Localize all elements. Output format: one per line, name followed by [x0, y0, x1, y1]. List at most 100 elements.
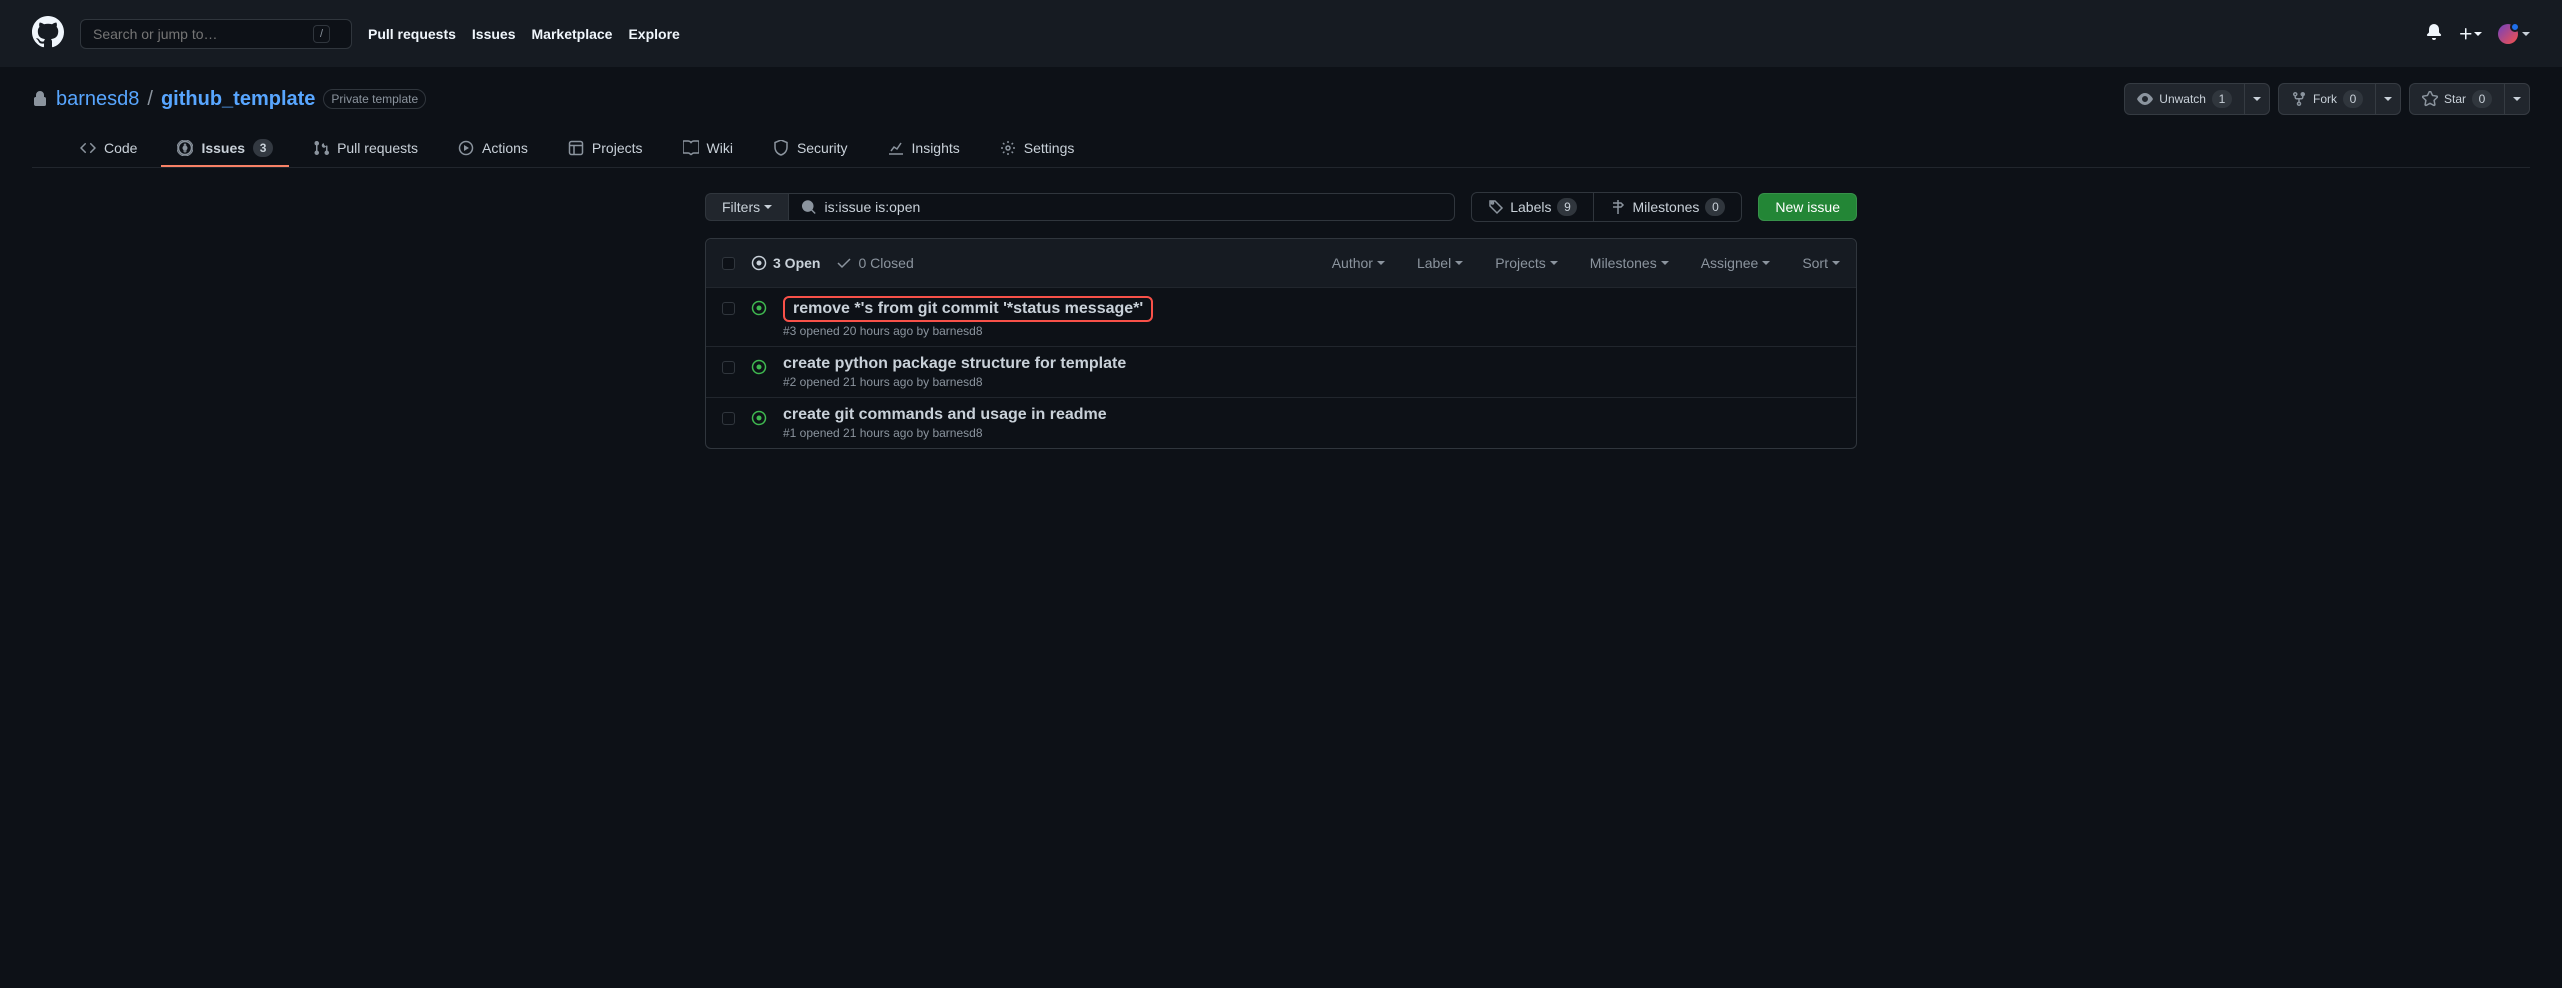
- issue-open-icon: [751, 355, 767, 378]
- lock-icon: [32, 91, 48, 107]
- caret-down-icon: [2513, 97, 2521, 101]
- visibility-badge: Private template: [323, 89, 426, 109]
- labels-button[interactable]: Labels 9: [1472, 193, 1594, 221]
- nav-explore[interactable]: Explore: [628, 26, 679, 42]
- filter-author-label: Author: [1332, 255, 1373, 271]
- caret-down-icon: [1661, 261, 1669, 265]
- caret-down-icon: [764, 205, 772, 209]
- nav-pull-requests[interactable]: Pull requests: [368, 26, 456, 42]
- filter-author[interactable]: Author: [1332, 255, 1385, 271]
- star-group: Star 0: [2409, 83, 2530, 115]
- labels-label: Labels: [1510, 199, 1551, 215]
- repo-owner-link[interactable]: barnesd8: [56, 88, 139, 111]
- notifications-icon[interactable]: [2426, 24, 2442, 43]
- filter-label-label: Label: [1417, 255, 1451, 271]
- caret-down-icon: [1762, 261, 1770, 265]
- fork-button[interactable]: Fork 0: [2278, 83, 2376, 115]
- open-issues-tab[interactable]: 3 Open: [751, 255, 820, 271]
- issue-checkbox[interactable]: [722, 302, 735, 315]
- user-menu[interactable]: [2498, 24, 2530, 44]
- labels-count: 9: [1557, 198, 1577, 216]
- create-new-dropdown[interactable]: [2458, 26, 2482, 42]
- milestones-button[interactable]: Milestones 0: [1594, 193, 1741, 221]
- tab-pr-label: Pull requests: [337, 140, 418, 156]
- unwatch-label: Unwatch: [2159, 89, 2206, 109]
- global-header: / Pull requests Issues Marketplace Explo…: [0, 0, 2562, 67]
- repo-nav: Code Issues 3 Pull requests Actions Proj…: [32, 131, 2530, 168]
- global-search[interactable]: /: [80, 19, 352, 49]
- tab-wiki[interactable]: Wiki: [667, 131, 749, 167]
- issues-count-badge: 3: [253, 139, 273, 157]
- tab-actions[interactable]: Actions: [442, 131, 544, 167]
- caret-down-icon: [1550, 261, 1558, 265]
- closed-issues-tab[interactable]: 0 Closed: [836, 255, 913, 271]
- avatar: [2498, 24, 2518, 44]
- issue-open-icon: [751, 296, 767, 319]
- unwatch-button[interactable]: Unwatch 1: [2124, 83, 2245, 115]
- issue-row: create git commands and usage in readme …: [706, 397, 1856, 448]
- label-milestone-group: Labels 9 Milestones 0: [1471, 192, 1742, 222]
- caret-down-icon: [2384, 97, 2392, 101]
- fork-group: Fork 0: [2278, 83, 2401, 115]
- caret-down-icon: [2474, 32, 2482, 36]
- tab-pull-requests[interactable]: Pull requests: [297, 131, 434, 167]
- filters-dropdown[interactable]: Filters: [705, 193, 788, 221]
- issue-checkbox[interactable]: [722, 412, 735, 425]
- issue-title-link[interactable]: create git commands and usage in readme: [783, 406, 1107, 423]
- filter-input-wrap[interactable]: [788, 193, 1455, 221]
- tab-projects[interactable]: Projects: [552, 131, 659, 167]
- issue-row: remove *'s from git commit '*status mess…: [706, 288, 1856, 346]
- nav-issues[interactable]: Issues: [472, 26, 516, 42]
- tab-code[interactable]: Code: [64, 131, 153, 167]
- star-button[interactable]: Star 0: [2409, 83, 2505, 115]
- caret-down-icon: [2522, 32, 2530, 36]
- header-right: [2426, 24, 2530, 44]
- issue-title-link[interactable]: remove *'s from git commit '*status mess…: [793, 300, 1143, 317]
- star-label: Star: [2444, 89, 2466, 109]
- tab-settings[interactable]: Settings: [984, 131, 1091, 167]
- issue-checkbox[interactable]: [722, 361, 735, 374]
- repo-actions: Unwatch 1 Fork 0 Star 0: [2124, 83, 2530, 115]
- nav-marketplace[interactable]: Marketplace: [532, 26, 613, 42]
- tab-security-label: Security: [797, 140, 848, 156]
- fork-count: 0: [2343, 90, 2363, 108]
- issues-search-input[interactable]: [825, 199, 1443, 215]
- tab-actions-label: Actions: [482, 140, 528, 156]
- check-icon: [836, 255, 852, 271]
- filter-assignee-label: Assignee: [1701, 255, 1759, 271]
- github-logo[interactable]: [32, 16, 64, 51]
- repo-name-link[interactable]: github_template: [161, 88, 315, 111]
- filter-input-group: Filters: [705, 193, 1455, 221]
- repo-sep: /: [147, 88, 153, 111]
- tab-insights[interactable]: Insights: [872, 131, 976, 167]
- milestones-label: Milestones: [1632, 199, 1699, 215]
- slash-key-hint: /: [313, 25, 330, 43]
- watch-group: Unwatch 1: [2124, 83, 2270, 115]
- repo-title-row: barnesd8 / github_template Private templ…: [32, 83, 2530, 115]
- watch-dropdown[interactable]: [2245, 83, 2270, 115]
- new-issue-button[interactable]: New issue: [1758, 193, 1857, 221]
- tab-issues[interactable]: Issues 3: [161, 131, 289, 167]
- global-search-input[interactable]: [93, 26, 313, 42]
- fork-label: Fork: [2313, 89, 2337, 109]
- filter-label[interactable]: Label: [1417, 255, 1463, 271]
- issue-meta: #2 opened 21 hours ago by barnesd8: [783, 375, 1840, 389]
- tab-code-label: Code: [104, 140, 137, 156]
- tag-icon: [1488, 199, 1504, 215]
- filter-projects[interactable]: Projects: [1495, 255, 1558, 271]
- issues-container: Filters Labels 9 Milestones 0 New issue: [673, 168, 1889, 473]
- tab-insights-label: Insights: [912, 140, 960, 156]
- select-all-checkbox[interactable]: [722, 257, 735, 270]
- fork-dropdown[interactable]: [2376, 83, 2401, 115]
- filter-milestones[interactable]: Milestones: [1590, 255, 1669, 271]
- status-dot: [2510, 22, 2520, 32]
- open-closed-toggle: 3 Open 0 Closed: [751, 255, 914, 271]
- issue-title-link[interactable]: create python package structure for temp…: [783, 355, 1126, 372]
- filter-sort[interactable]: Sort: [1802, 255, 1840, 271]
- caret-down-icon: [2253, 97, 2261, 101]
- tab-security[interactable]: Security: [757, 131, 864, 167]
- open-count-label: 3 Open: [773, 255, 820, 271]
- filter-assignee[interactable]: Assignee: [1701, 255, 1771, 271]
- tab-projects-label: Projects: [592, 140, 643, 156]
- star-dropdown[interactable]: [2505, 83, 2530, 115]
